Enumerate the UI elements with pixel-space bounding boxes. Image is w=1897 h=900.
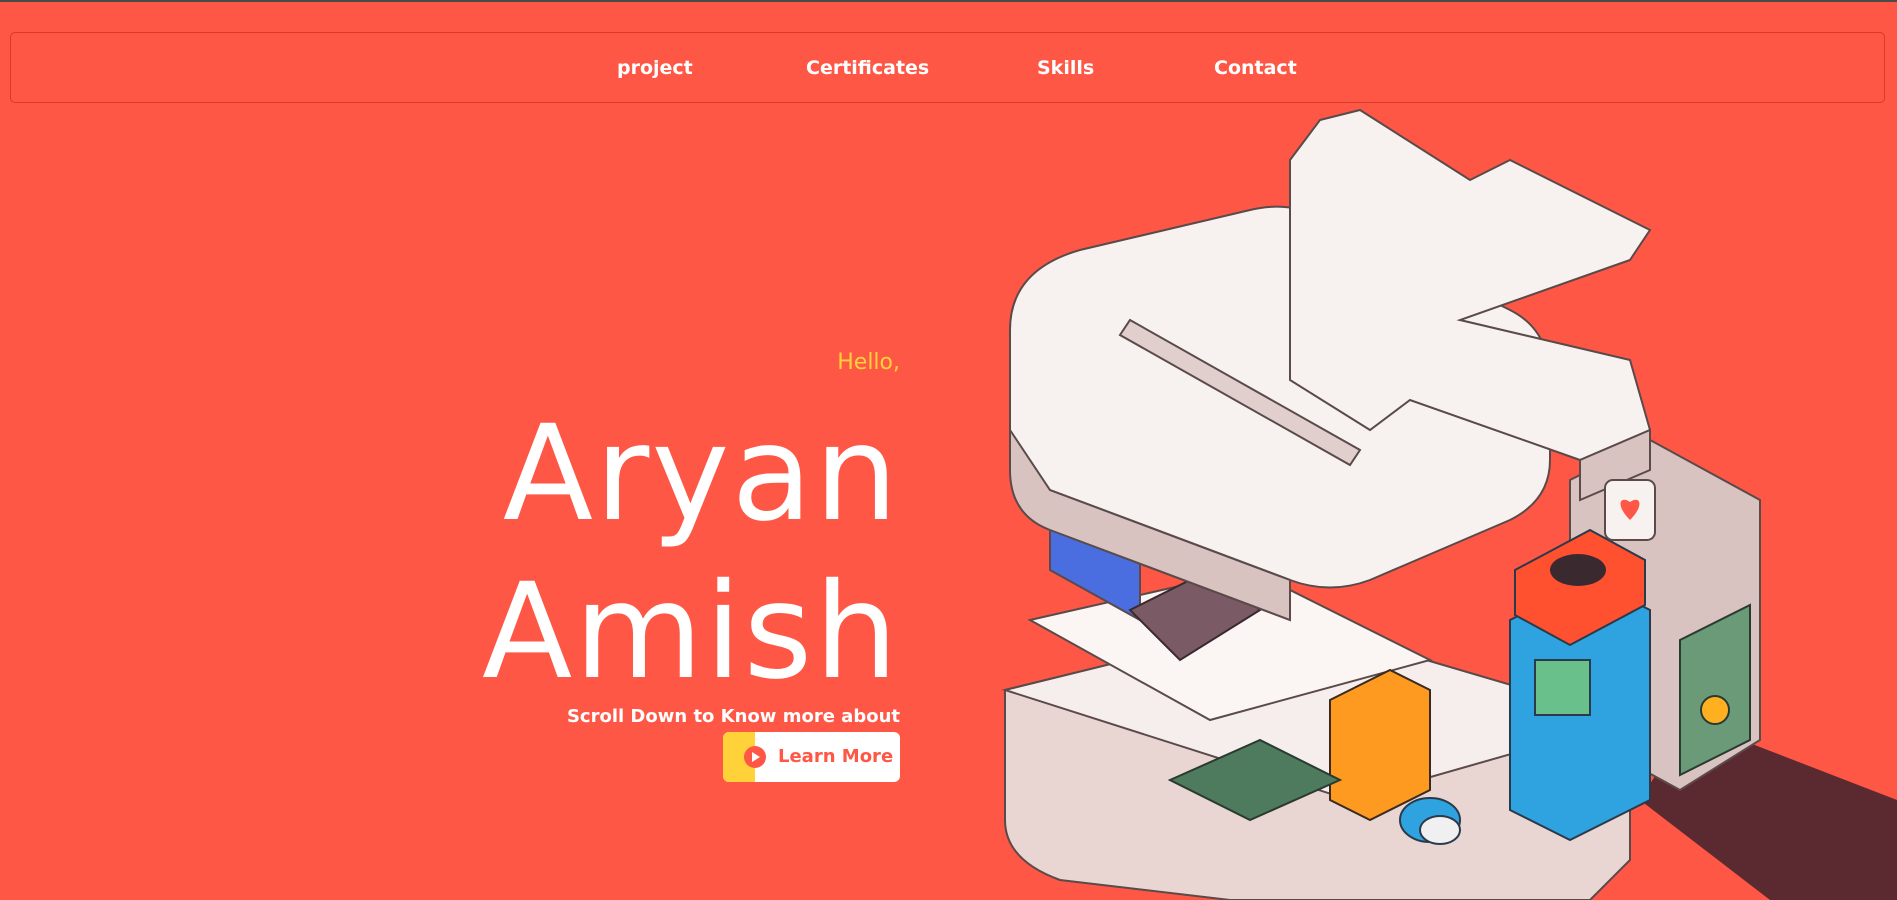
arcade-screen	[1534, 659, 1591, 716]
isometric-room-illustration	[1001, 108, 1897, 900]
greeting-text: Hello,	[837, 350, 900, 375]
letter-k	[1289, 108, 1652, 462]
cat-face	[1419, 815, 1461, 845]
top-edge	[0, 0, 1897, 2]
nav-link-skills[interactable]: Skills	[1037, 57, 1094, 79]
speaker-cone	[1700, 695, 1730, 725]
play-icon	[744, 746, 766, 768]
learn-more-button[interactable]: Learn More	[723, 732, 900, 782]
learn-more-label: Learn More	[778, 746, 894, 767]
nav-link-project[interactable]: project	[617, 57, 693, 79]
page: project Certificates Skills Contact Hell…	[0, 0, 1897, 900]
nav-link-certificates[interactable]: Certificates	[806, 57, 929, 79]
nav-link-contact[interactable]: Contact	[1214, 57, 1297, 79]
coffee-machine	[1329, 668, 1431, 822]
vinyl-record	[1550, 554, 1606, 586]
hero-name-first: Aryan	[502, 397, 900, 551]
hero-name-last: Amish	[482, 555, 900, 709]
navbar: project Certificates Skills Contact	[10, 32, 1885, 103]
